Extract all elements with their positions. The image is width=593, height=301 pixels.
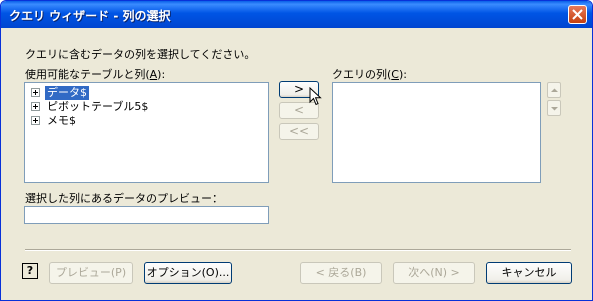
query-columns-label: クエリの列(C): bbox=[332, 68, 407, 81]
options-button[interactable]: オプション(O)... bbox=[144, 262, 232, 284]
cancel-button[interactable]: キャンセル bbox=[486, 262, 572, 284]
expand-icon[interactable] bbox=[31, 116, 40, 125]
remove-all-columns-button[interactable]: << bbox=[279, 123, 319, 140]
preview-label: 選択した列にあるデータのプレビュー： bbox=[25, 192, 223, 205]
next-button[interactable]: 次へ(N) > bbox=[393, 262, 475, 284]
title-bar[interactable]: クエリ ウィザード - 列の選択 bbox=[1, 1, 592, 28]
move-down-button[interactable] bbox=[547, 100, 561, 116]
move-up-button[interactable] bbox=[547, 82, 561, 98]
help-icon[interactable]: ? bbox=[22, 263, 38, 279]
mouse-cursor-icon bbox=[309, 87, 322, 106]
arrow-up-icon bbox=[551, 88, 558, 92]
available-tables-list[interactable]: データ$ ピボットテーブル5$ メモ$ bbox=[24, 82, 269, 183]
available-tables-label: 使用可能なテーブルと列(A): bbox=[25, 68, 166, 81]
close-button[interactable] bbox=[568, 5, 587, 24]
expand-icon[interactable] bbox=[31, 88, 40, 97]
tree-item-label: ピボットテーブル5$ bbox=[47, 100, 149, 113]
arrow-down-icon bbox=[551, 107, 558, 111]
back-button[interactable]: < 戻る(B) bbox=[300, 262, 382, 284]
window-title: クエリ ウィザード - 列の選択 bbox=[9, 9, 171, 23]
tree-item-label: メモ$ bbox=[47, 114, 76, 127]
preview-button[interactable]: プレビュー(P) bbox=[49, 262, 133, 284]
preview-field[interactable] bbox=[24, 206, 269, 224]
tree-item-label: データ$ bbox=[45, 86, 89, 100]
expand-icon[interactable] bbox=[31, 102, 40, 111]
footer-divider bbox=[25, 249, 571, 251]
instruction-text: クエリに含むデータの列を選択してください。 bbox=[25, 48, 256, 61]
close-icon bbox=[572, 9, 583, 20]
query-wizard-dialog: クエリ ウィザード - 列の選択 クエリに含むデータの列を選択してください。 使… bbox=[0, 0, 593, 301]
query-columns-list[interactable] bbox=[332, 82, 541, 183]
